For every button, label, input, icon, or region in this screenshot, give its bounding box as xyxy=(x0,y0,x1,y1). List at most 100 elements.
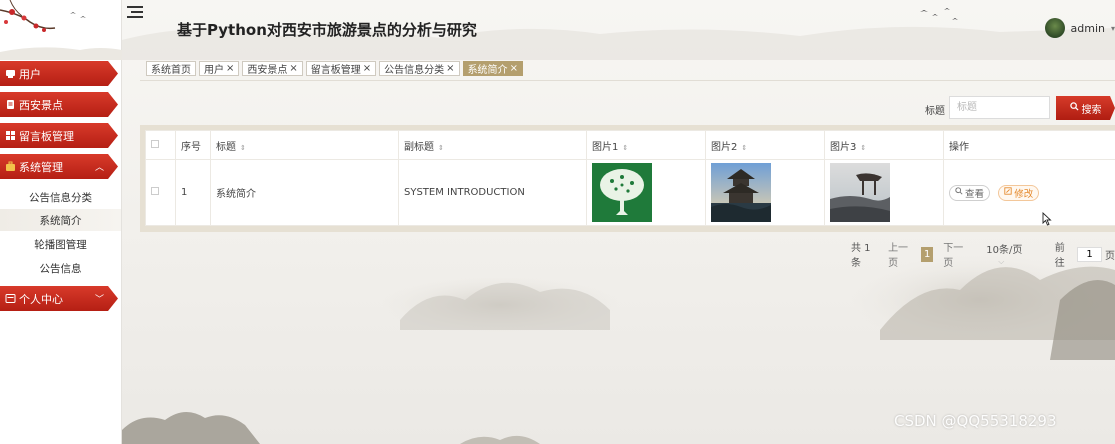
clipboard-icon xyxy=(5,99,16,110)
header-label: 图片1 xyxy=(592,141,619,153)
header-select-all[interactable] xyxy=(145,130,176,160)
sidebar-item-message-board[interactable]: 留言板管理 xyxy=(0,123,118,148)
row-checkbox[interactable] xyxy=(151,187,159,195)
tree-image[interactable] xyxy=(592,163,652,222)
avatar xyxy=(1044,18,1065,38)
chevron-down-icon: ﹀ xyxy=(94,295,104,305)
caret-down-icon: ▾ xyxy=(1110,23,1115,33)
row-image2-cell xyxy=(705,159,825,226)
header-index: 序号 xyxy=(175,130,211,160)
row-image3-cell xyxy=(824,159,944,226)
sidebar-item-system-management[interactable]: 系统管理 ︿ xyxy=(0,154,118,179)
sidebar-subitem-notice-category[interactable]: 公告信息分类 xyxy=(0,186,121,208)
sidebar-subitem-carousel[interactable]: 轮播图管理 xyxy=(0,233,121,255)
view-label: 查看 xyxy=(965,188,985,200)
view-button[interactable]: 查看 xyxy=(949,184,991,201)
header-label: 标题 xyxy=(216,141,236,153)
pavilion-image[interactable] xyxy=(830,163,890,222)
search-icon xyxy=(955,187,963,198)
tab-label: 西安景点 xyxy=(247,65,288,76)
header-actions: 操作 xyxy=(943,130,1115,160)
user-name: admin xyxy=(1070,21,1105,35)
profile-icon xyxy=(5,293,16,304)
search-button[interactable]: 搜索 xyxy=(1056,96,1115,120)
table-header-row: 序号 标题 ⇕ 副标题 ⇕ 图片1 ⇕ 图片2 ⇕ 图片3 ⇕ 操作 xyxy=(145,130,1115,160)
next-page-button[interactable]: 下一页 xyxy=(943,239,966,269)
row-title: 系统简介 xyxy=(210,159,399,226)
tab-system-intro[interactable]: 系统简介 × xyxy=(462,61,523,76)
sort-icon[interactable]: ⇕ xyxy=(622,144,628,152)
close-icon[interactable]: × xyxy=(446,63,454,74)
tab-home[interactable]: 系统首页 xyxy=(146,61,196,76)
chevron-up-icon: ︿ xyxy=(94,163,104,173)
sort-icon[interactable]: ⇕ xyxy=(438,144,444,152)
table-row: 1 系统简介 SYSTEM INTRODUCTION 查看 修改 xyxy=(145,159,1115,226)
select-all-checkbox[interactable] xyxy=(151,139,159,148)
pagoda-image[interactable] xyxy=(711,163,771,222)
tab-notice-category[interactable]: 公告信息分类 × xyxy=(379,61,460,76)
goto-page-input[interactable] xyxy=(1077,246,1103,262)
header-image2[interactable]: 图片2 ⇕ xyxy=(705,130,825,160)
grid-icon xyxy=(5,130,16,141)
top-header: 基于Python对西安市旅游景点的分析与研究 admin ▾ xyxy=(122,0,1115,56)
user-menu[interactable]: admin ▾ xyxy=(1044,17,1115,39)
search-label: 标题 xyxy=(925,106,945,117)
header-subtitle[interactable]: 副标题 ⇕ xyxy=(398,130,587,160)
tab-label: 留言板管理 xyxy=(310,65,361,76)
chevron-down-icon: ⌵ xyxy=(998,257,1005,266)
pagination-total: 共 1 条 xyxy=(851,243,871,269)
sidebar: 用户 西安景点 留言板管理 系统管理 ︿ 公告信息分类 系统简介 轮播图管理 公… xyxy=(0,0,122,444)
header-title[interactable]: 标题 ⇕ xyxy=(210,130,399,160)
sidebar-subitem-notice[interactable]: 公告信息 xyxy=(0,257,121,279)
edit-icon xyxy=(1004,187,1012,198)
page-size-value: 10条/页 xyxy=(986,245,1023,256)
tab-message-board[interactable]: 留言板管理 × xyxy=(305,61,377,76)
sort-icon[interactable]: ⇕ xyxy=(741,144,747,152)
sidebar-item-xian-attractions[interactable]: 西安景点 xyxy=(0,92,118,117)
sidebar-item-label: 留言板管理 xyxy=(19,129,74,143)
row-index: 1 xyxy=(175,159,211,226)
hamburger-icon[interactable] xyxy=(127,6,143,20)
tab-label: 公告信息分类 xyxy=(384,65,445,76)
close-icon[interactable]: × xyxy=(226,63,234,74)
header-label: 图片2 xyxy=(711,141,738,153)
mouse-pointer-icon xyxy=(1042,212,1052,226)
tab-label: 系统首页 xyxy=(151,65,191,76)
search-button-label: 搜索 xyxy=(1081,104,1102,116)
user-card-icon xyxy=(5,68,16,79)
page-size-select[interactable]: 10条/页⌵ xyxy=(986,241,1027,267)
tab-label: 系统简介 xyxy=(467,65,508,76)
goto-unit: 页 xyxy=(1105,250,1115,262)
close-icon[interactable]: × xyxy=(289,63,297,74)
sort-icon[interactable]: ⇕ xyxy=(240,144,246,152)
sidebar-item-user[interactable]: 用户 xyxy=(0,61,118,86)
sidebar-item-label: 西安景点 xyxy=(19,98,63,112)
plum-blossom-decoration xyxy=(0,0,122,60)
row-select-cell[interactable] xyxy=(145,159,176,226)
row-subtitle: SYSTEM INTRODUCTION xyxy=(398,159,587,226)
header-image3[interactable]: 图片3 ⇕ xyxy=(824,130,944,160)
sidebar-item-personal-center[interactable]: 个人中心 ﹀ xyxy=(0,286,118,311)
page-title: 基于Python对西安市旅游景点的分析与研究 xyxy=(177,21,477,39)
edit-label: 修改 xyxy=(1014,188,1034,200)
prev-page-button[interactable]: 上一页 xyxy=(888,239,911,269)
close-icon[interactable]: × xyxy=(510,63,518,74)
pagination: 共 1 条 上一页 1 下一页 10条/页⌵ 前往 页 xyxy=(851,243,1115,269)
close-icon[interactable]: × xyxy=(363,63,371,74)
tab-bar: 系统首页 用户 × 西安景点 × 留言板管理 × 公告信息分类 × 系统简介 × xyxy=(146,61,523,77)
sidebar-subitem-system-intro[interactable]: 系统简介 xyxy=(0,209,121,231)
tab-user[interactable]: 用户 × xyxy=(199,61,240,76)
sort-icon[interactable]: ⇕ xyxy=(860,144,866,152)
briefcase-icon xyxy=(5,161,16,172)
search-input[interactable] xyxy=(949,96,1050,119)
tab-xian-attractions[interactable]: 西安景点 × xyxy=(242,61,303,76)
sidebar-item-label: 用户 xyxy=(19,67,41,81)
row-actions: 查看 修改 xyxy=(943,159,1115,226)
edit-button[interactable]: 修改 xyxy=(998,184,1040,201)
goto-label: 前往 xyxy=(1054,243,1065,269)
data-table: 序号 标题 ⇕ 副标题 ⇕ 图片1 ⇕ 图片2 ⇕ 图片3 ⇕ 操作 1 系统简介 SYS… xyxy=(145,130,1115,226)
header-label: 副标题 xyxy=(404,141,434,153)
page-number-current[interactable]: 1 xyxy=(921,246,934,262)
header-label: 图片3 xyxy=(830,141,857,153)
header-image1[interactable]: 图片1 ⇕ xyxy=(586,130,706,160)
